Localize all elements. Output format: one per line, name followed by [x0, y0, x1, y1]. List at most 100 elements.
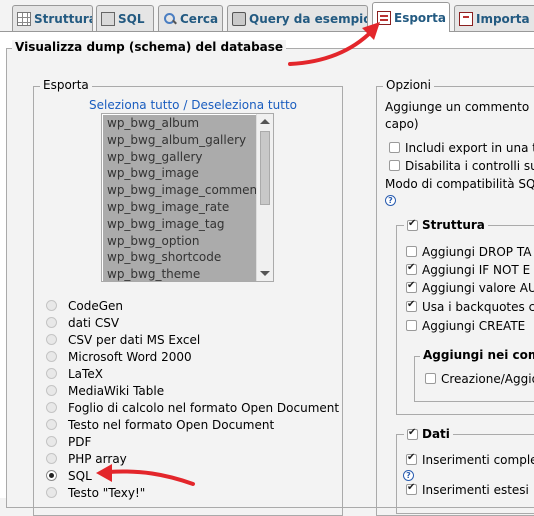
- option-label: Disabilita i controlli sul: [405, 158, 534, 173]
- disable-checks-option[interactable]: Disabilita i controlli sul: [389, 157, 534, 174]
- dati-fieldset: [396, 434, 534, 514]
- list-item[interactable]: wp_bwg_image_tag: [103, 215, 258, 233]
- format-option[interactable]: PHP array: [46, 450, 127, 467]
- format-label: LaTeX: [68, 366, 103, 381]
- tab-query-da-esempio[interactable]: Query da esempio: [227, 5, 368, 31]
- radio-button[interactable]: [46, 334, 57, 345]
- struttura-option[interactable]: Aggiungi valore AU: [406, 279, 534, 296]
- checkbox[interactable]: [389, 160, 400, 171]
- radio-button-selected[interactable]: [46, 470, 57, 481]
- tab-importa[interactable]: Importa: [454, 5, 534, 31]
- struttura-option[interactable]: Aggiungi DROP TA: [406, 243, 531, 260]
- radio-button[interactable]: [46, 453, 57, 464]
- format-option[interactable]: Testo nel formato Open Document: [46, 416, 274, 433]
- tab-label: Struttura: [34, 11, 93, 26]
- checkbox[interactable]: [406, 262, 417, 275]
- list-item[interactable]: wp_bwg_option: [103, 232, 258, 250]
- format-option[interactable]: CodeGen: [46, 297, 123, 314]
- esporta-legend: Esporta: [40, 78, 92, 92]
- format-option[interactable]: MediaWiki Table: [46, 382, 164, 399]
- checkbox[interactable]: [389, 142, 400, 153]
- scroll-thumb[interactable]: [260, 131, 270, 205]
- radio-button[interactable]: [46, 385, 57, 396]
- checkbox[interactable]: [406, 452, 417, 465]
- option-label: Aggiungi DROP TA: [422, 244, 532, 259]
- help-icon[interactable]: ?: [403, 470, 414, 481]
- radio-button[interactable]: [46, 436, 57, 447]
- format-option[interactable]: dati CSV: [46, 314, 119, 331]
- radio-button[interactable]: [46, 402, 57, 413]
- checkbox[interactable]: [425, 373, 436, 384]
- list-item[interactable]: wp_bwg_album: [103, 115, 258, 132]
- checkbox[interactable]: [406, 246, 417, 257]
- checkbox[interactable]: [406, 280, 417, 293]
- option-label: Usa i backquotes c: [422, 299, 534, 314]
- list-item[interactable]: wp_bwg_theme: [103, 266, 258, 281]
- checkbox[interactable]: [406, 299, 417, 312]
- query-icon: [232, 11, 246, 26]
- radio-button[interactable]: [46, 487, 57, 498]
- list-item[interactable]: wp_bwg_shortcode: [103, 249, 258, 267]
- format-label: CSV per dati MS Excel: [68, 332, 201, 347]
- option-label: Aggiungi IF NOT E: [422, 262, 531, 277]
- struttura-label: Struttura: [422, 218, 485, 232]
- checkbox[interactable]: [406, 320, 417, 331]
- dati-checkbox[interactable]: [407, 427, 418, 440]
- tab-label: Query da esempio: [249, 11, 368, 26]
- radio-button[interactable]: [46, 317, 57, 328]
- struttura-option[interactable]: Aggiungi IF NOT E: [406, 261, 530, 278]
- scroll-up-icon[interactable]: [260, 119, 270, 124]
- format-option[interactable]: Foglio di calcolo nel formato Open Docum…: [46, 399, 339, 416]
- format-label: Microsoft Word 2000: [68, 349, 192, 364]
- list-item[interactable]: wp_bwg_image_rate: [103, 198, 258, 216]
- sql-icon: [101, 11, 115, 26]
- struttura-checkbox[interactable]: [407, 218, 418, 231]
- compat-mode-label: Modo di compatibilità SQL: [385, 177, 534, 191]
- format-option-sql[interactable]: SQL: [46, 467, 92, 484]
- struttura-option[interactable]: Usa i backquotes c: [406, 298, 534, 315]
- format-label: Testo nel formato Open Document: [68, 417, 275, 432]
- format-option[interactable]: PDF: [46, 433, 91, 450]
- list-item[interactable]: wp_bwg_image: [103, 165, 258, 183]
- list-item[interactable]: wp_bwg_album_gallery: [103, 131, 258, 149]
- list-item[interactable]: wp_bwg_gallery: [103, 148, 258, 166]
- option-label: Inserimenti complet: [422, 452, 534, 467]
- radio-button[interactable]: [46, 351, 57, 362]
- tab-sql[interactable]: SQL: [96, 5, 154, 31]
- format-label: MediaWiki Table: [68, 383, 165, 398]
- tab-label: SQL: [118, 11, 145, 26]
- format-option[interactable]: CSV per dati MS Excel: [46, 331, 200, 348]
- tab-label: Esporta: [394, 10, 446, 25]
- scroll-down-icon[interactable]: [260, 271, 270, 276]
- dump-legend: Visualizza dump (schema) del database: [12, 40, 287, 54]
- radio-button[interactable]: [46, 368, 57, 379]
- dati-option[interactable]: Inserimenti estesi: [406, 481, 529, 498]
- format-label: Foglio di calcolo nel formato Open Docum…: [68, 400, 340, 415]
- help-icon[interactable]: ?: [385, 195, 396, 206]
- struttura-option[interactable]: Aggiungi CREATE: [406, 317, 525, 334]
- option-label: Aggiungi CREATE: [422, 318, 526, 333]
- radio-button[interactable]: [46, 300, 57, 311]
- include-export-option[interactable]: Includi export in una tr: [389, 139, 534, 156]
- format-option[interactable]: Microsoft Word 2000: [46, 348, 192, 365]
- select-all-link[interactable]: Seleziona tutto / Deseleziona tutto: [89, 98, 297, 112]
- checkbox[interactable]: [406, 482, 417, 495]
- option-label: Aggiungi valore AU: [422, 280, 534, 295]
- creation-option[interactable]: Creazione/Aggio: [425, 370, 534, 387]
- tab-struttura[interactable]: Struttura: [12, 5, 93, 31]
- dati-option[interactable]: Inserimenti complet: [406, 451, 534, 468]
- list-item[interactable]: wp_bwg_image_comment: [103, 182, 258, 199]
- tables-listbox[interactable]: wp_bwg_album wp_bwg_album_gallery wp_bwg…: [101, 113, 274, 282]
- format-option[interactable]: LaTeX: [46, 365, 103, 382]
- listbox-scrollbar[interactable]: [256, 114, 273, 281]
- dati-legend[interactable]: Dati: [404, 427, 453, 441]
- tab-esporta[interactable]: Esporta: [372, 2, 450, 32]
- format-label: SQL: [68, 468, 92, 483]
- radio-button[interactable]: [46, 419, 57, 430]
- format-label: dati CSV: [68, 315, 120, 330]
- tab-bar: Struttura SQL Cerca Query da esempio Esp…: [0, 0, 534, 32]
- format-label: PDF: [68, 434, 92, 449]
- tab-cerca[interactable]: Cerca: [158, 5, 223, 31]
- struttura-legend[interactable]: Struttura: [404, 218, 488, 232]
- format-option[interactable]: Testo "Texy!": [46, 484, 145, 501]
